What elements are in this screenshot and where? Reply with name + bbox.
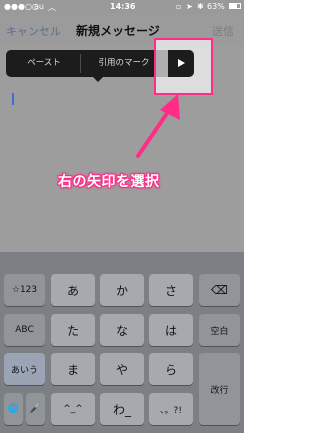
- abc-mode-key[interactable]: ABC: [4, 314, 45, 346]
- bluetooth-icon: ✱: [197, 2, 204, 11]
- key-ta[interactable]: た: [51, 314, 95, 346]
- key-sa[interactable]: さ: [149, 274, 193, 306]
- menu-pointer: [92, 76, 104, 82]
- wifi-icon: ︿: [48, 3, 56, 12]
- location-icon: ➤: [186, 2, 193, 11]
- battery-label: 63%: [207, 2, 225, 11]
- key-ka[interactable]: か: [100, 274, 144, 306]
- number-mode-key[interactable]: ☆123: [4, 274, 45, 306]
- keyboard: ☆123 あ か さ ⌫ ABC た な は 空白 あいう ま や ら 改行 🌐…: [0, 252, 244, 433]
- key-ha[interactable]: は: [149, 314, 193, 346]
- key-wa[interactable]: わ_: [100, 393, 144, 425]
- key-na[interactable]: な: [100, 314, 144, 346]
- emoticon-key[interactable]: ^_^: [51, 393, 95, 425]
- key-ya[interactable]: や: [100, 353, 144, 385]
- text-cursor: [12, 93, 14, 105]
- carrier-label: au: [34, 2, 44, 11]
- annotation-text: 右の矢印を選択: [58, 174, 160, 190]
- send-button[interactable]: 送信: [212, 23, 234, 39]
- pink-arrow-icon: [136, 94, 180, 158]
- right-triangle-icon: [178, 59, 185, 67]
- key-a[interactable]: あ: [51, 274, 95, 306]
- cancel-button[interactable]: キャンセル: [6, 23, 61, 39]
- punctuation-key[interactable]: 、。?!: [149, 393, 193, 425]
- delete-key[interactable]: ⌫: [199, 274, 240, 306]
- lock-icon: ▫: [176, 2, 182, 11]
- page-title: 新規メッセージ: [76, 24, 160, 38]
- time-label: 14:36: [110, 2, 136, 11]
- key-ma[interactable]: ま: [51, 353, 95, 385]
- return-key[interactable]: 改行: [199, 353, 240, 425]
- menu-divider: [80, 54, 81, 73]
- kana-mode-key[interactable]: あいう: [4, 353, 45, 385]
- globe-key[interactable]: 🌐: [4, 393, 23, 425]
- status-bar: ●●●○○ au ︿ 14:36 ▫ ➤ ✱ 63%: [0, 0, 244, 14]
- space-key[interactable]: 空白: [199, 314, 240, 346]
- microphone-key[interactable]: 🎤: [26, 393, 45, 425]
- paste-menu-item[interactable]: ペースト: [10, 50, 78, 77]
- key-ra[interactable]: ら: [149, 353, 193, 385]
- battery-icon: [229, 3, 241, 9]
